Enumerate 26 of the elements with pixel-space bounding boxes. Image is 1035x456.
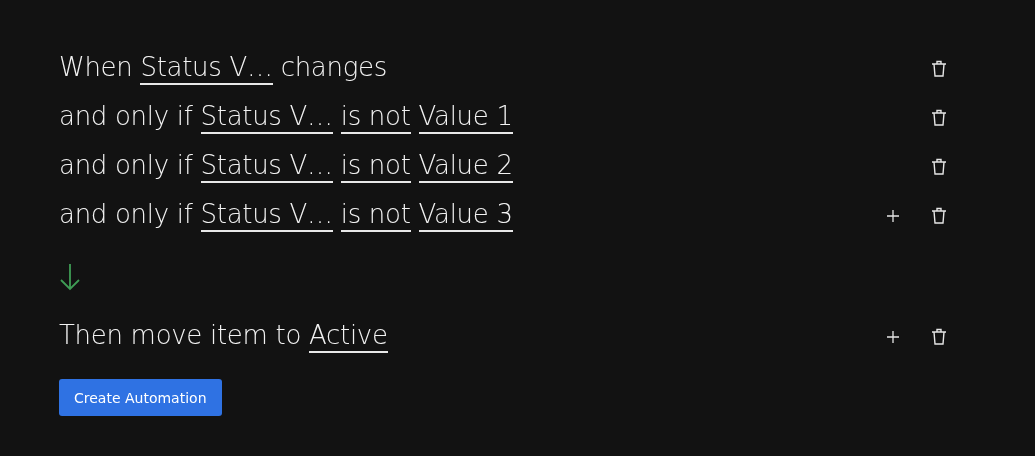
dropdown-select[interactable]: Status V… [200, 199, 333, 232]
dropdown-select[interactable]: Status V… [140, 52, 273, 85]
delete-icon[interactable] [931, 207, 947, 224]
rule-text: changes [280, 52, 387, 84]
rule-text: and only if [59, 101, 193, 133]
rule-text: and only if [59, 199, 193, 231]
rule-text: When [59, 52, 133, 84]
down-arrow-icon [59, 263, 81, 291]
dropdown-select[interactable]: Value 2 [418, 150, 513, 183]
add-icon[interactable] [886, 329, 900, 344]
dropdown-select[interactable]: Status V… [200, 150, 333, 183]
dropdown-select[interactable]: Value 3 [418, 199, 513, 232]
dropdown-select[interactable]: is not [340, 101, 411, 134]
delete-icon[interactable] [931, 328, 947, 345]
delete-icon[interactable] [931, 158, 947, 175]
delete-icon[interactable] [931, 60, 947, 77]
rule-text: Then move item to [59, 320, 301, 352]
dropdown-select[interactable]: Value 1 [418, 101, 513, 134]
create-automation-button[interactable]: Create Automation [59, 379, 222, 416]
delete-icon[interactable] [931, 109, 947, 126]
dropdown-select[interactable]: Status V… [200, 101, 333, 134]
dropdown-select[interactable]: is not [340, 199, 411, 232]
dropdown-select[interactable]: Active [309, 320, 388, 353]
rule-text: and only if [59, 150, 193, 182]
add-icon[interactable] [886, 208, 900, 223]
dropdown-select[interactable]: is not [340, 150, 411, 183]
